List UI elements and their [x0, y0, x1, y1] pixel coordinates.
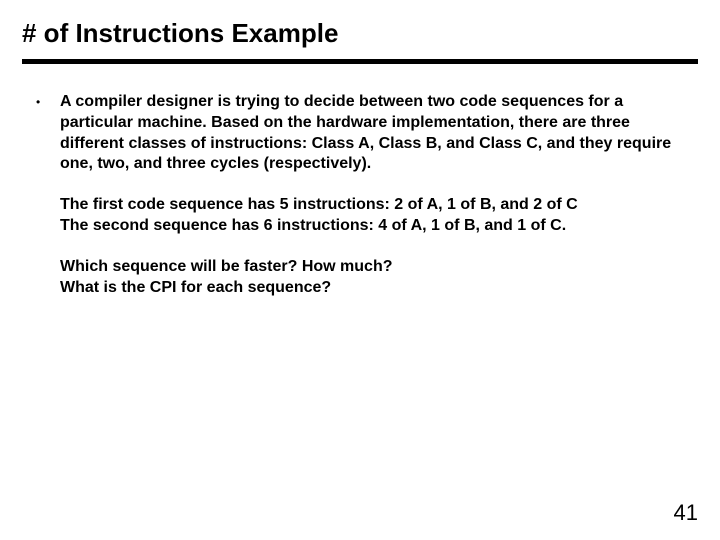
question-line-2: What is the CPI for each sequence?: [60, 278, 688, 299]
bullet-marker: •: [36, 92, 60, 112]
title-divider: [22, 59, 698, 64]
body-area: • A compiler designer is trying to decid…: [22, 92, 698, 298]
seq1-line: The first code sequence has 5 instructio…: [60, 195, 688, 216]
question-line-1: Which sequence will be faster? How much?: [60, 257, 688, 278]
page-number: 41: [674, 500, 698, 526]
seq2-line: The second sequence has 6 instructions: …: [60, 216, 688, 237]
bullet-paragraph-2: The first code sequence has 5 instructio…: [60, 195, 688, 237]
slide-title: # of Instructions Example: [22, 18, 698, 49]
bullet-paragraph-1: A compiler designer is trying to decide …: [60, 92, 688, 175]
bullet-item: • A compiler designer is trying to decid…: [36, 92, 688, 175]
bullet-paragraph-3: Which sequence will be faster? How much?…: [60, 257, 688, 299]
slide: # of Instructions Example • A compiler d…: [0, 0, 720, 540]
